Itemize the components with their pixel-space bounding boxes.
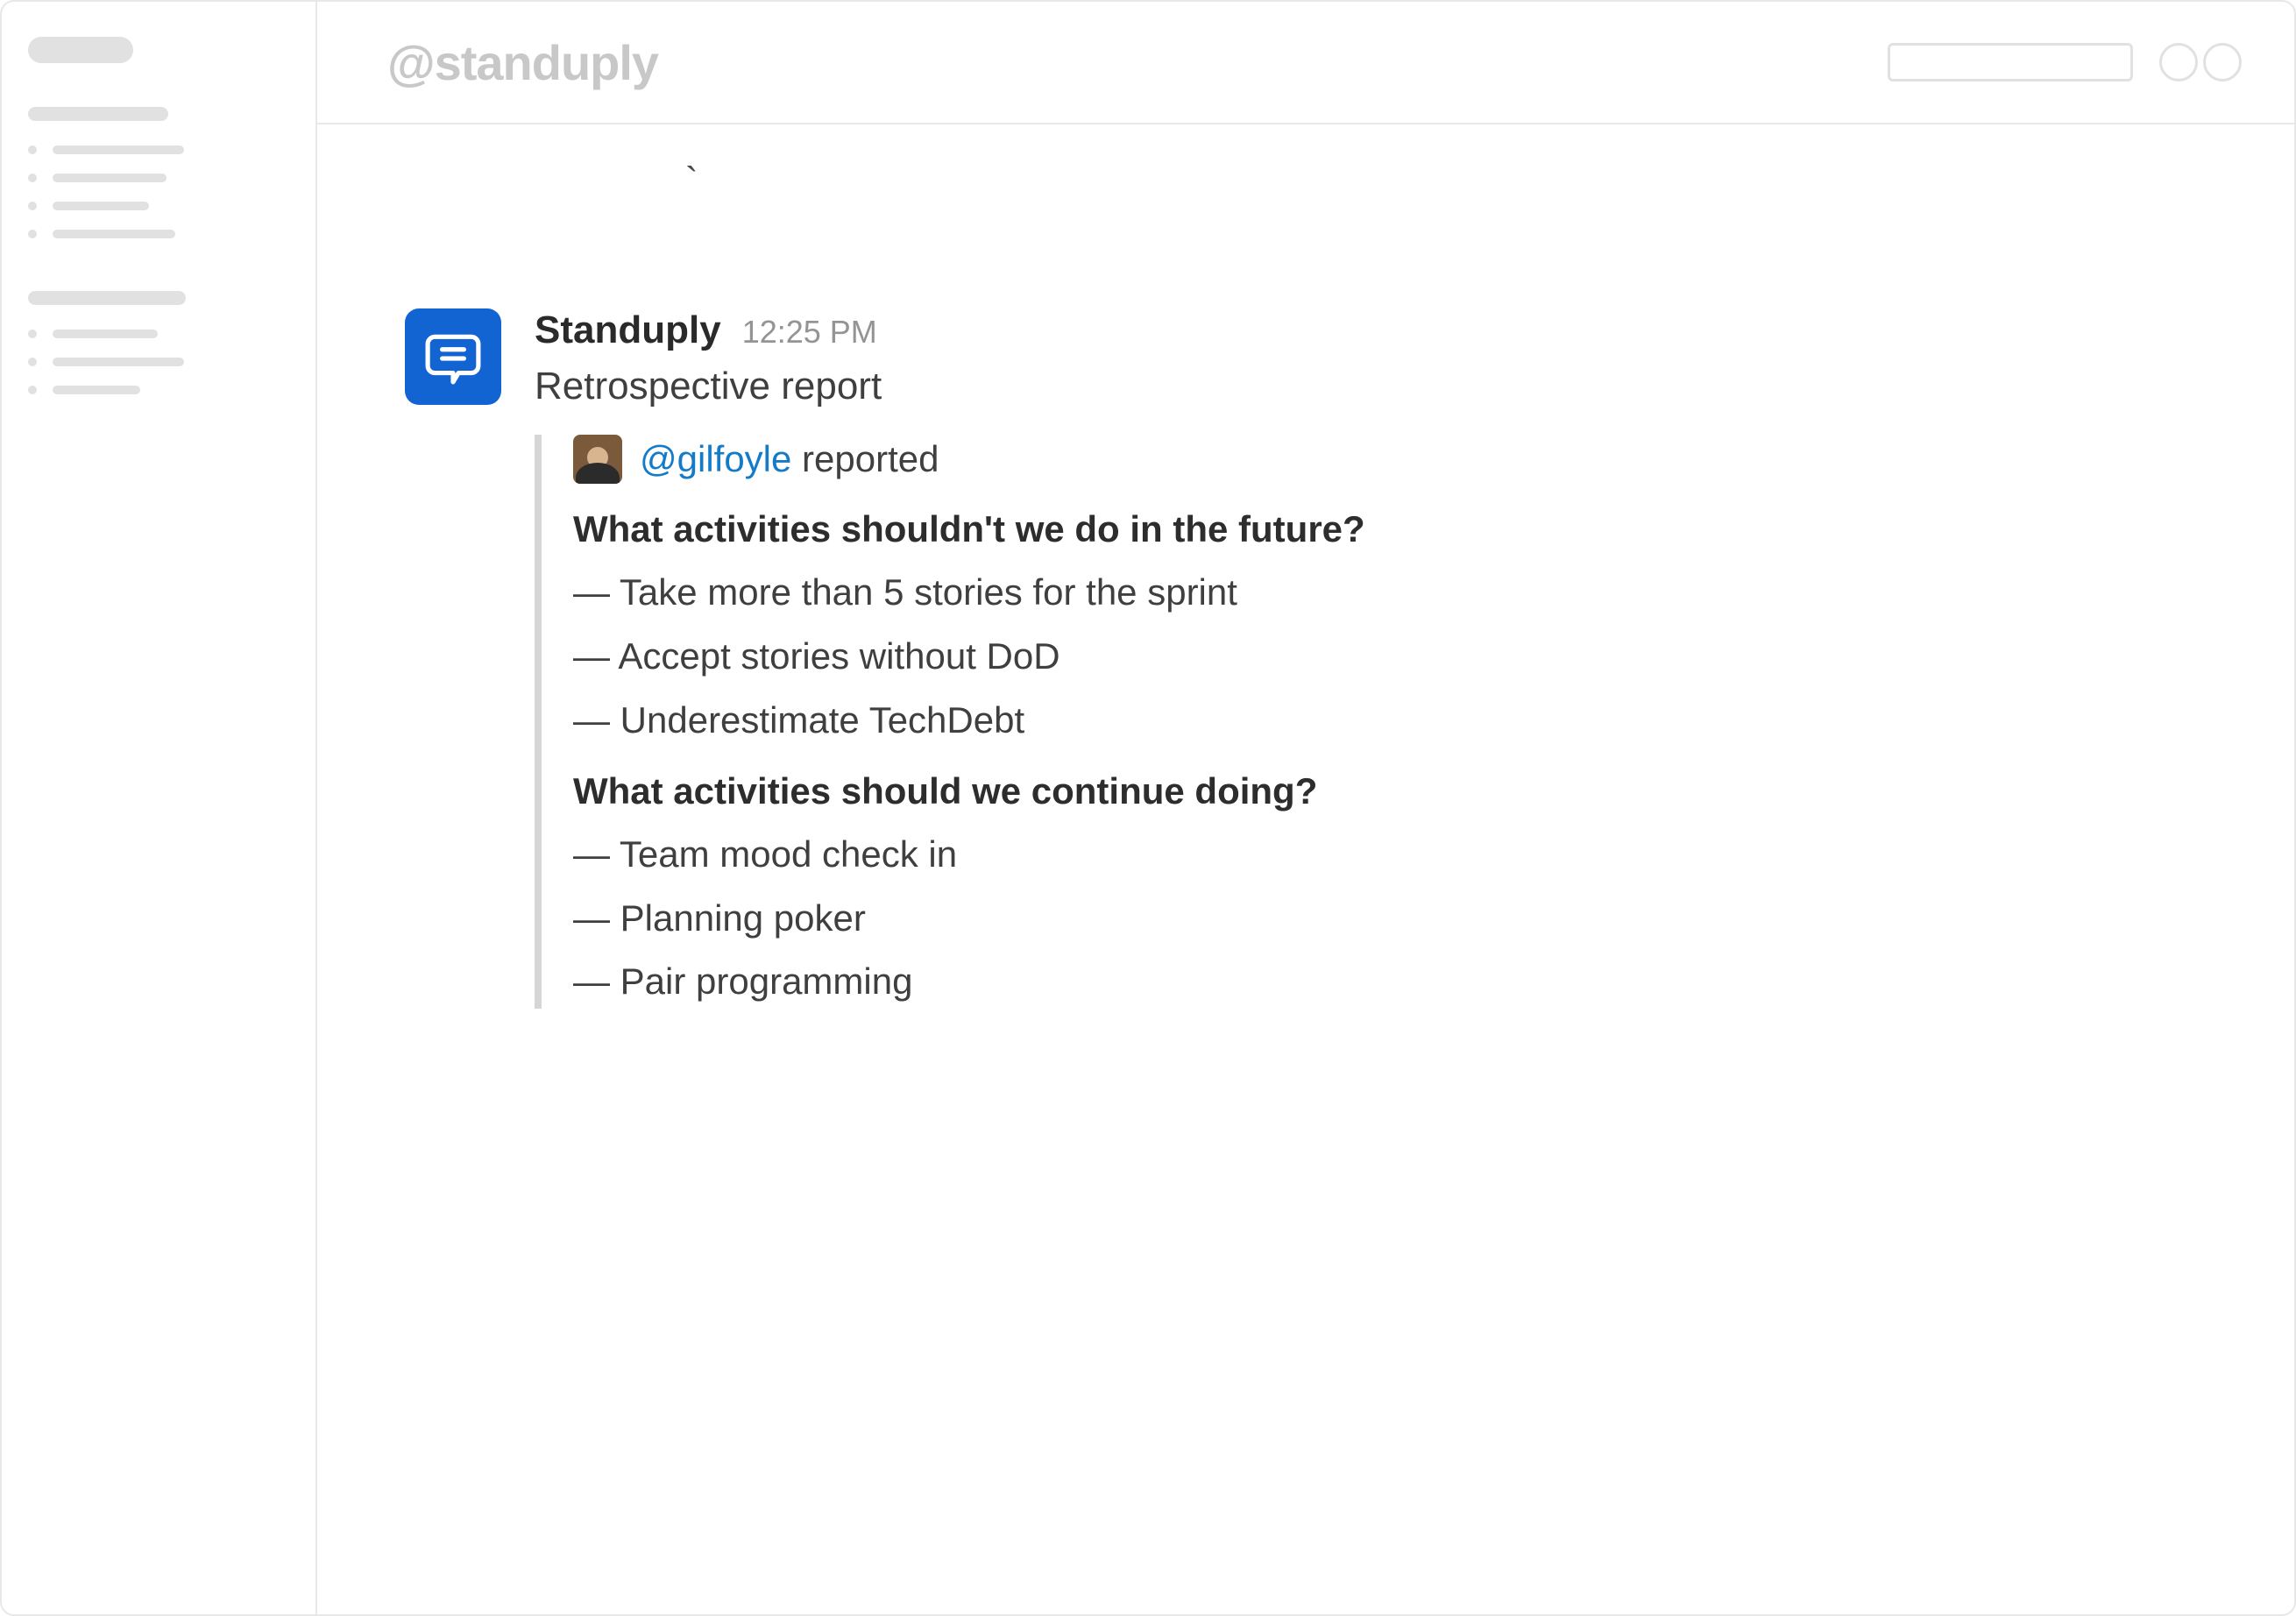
- sidebar-item-placeholder[interactable]: [28, 145, 289, 154]
- message: Standuply 12:25 PM Retrospective report …: [405, 308, 2207, 1019]
- channel-title[interactable]: @standuply: [387, 34, 658, 91]
- retro-answer: — Accept stories without DoD: [573, 630, 2207, 684]
- attachment: @gilfoyle reported What activities shoul…: [535, 435, 2207, 1009]
- message-author[interactable]: Standuply: [535, 308, 721, 352]
- sidebar: [2, 2, 317, 1614]
- chat-bubble-icon: [424, 328, 482, 386]
- reported-label: reported: [791, 438, 939, 479]
- retro-answer: — Underestimate TechDebt: [573, 694, 2207, 748]
- main-panel: @standuply ` Standuply: [317, 2, 2294, 1614]
- retro-question: What activities should we continue doing…: [573, 770, 2207, 812]
- message-header: Standuply 12:25 PM: [535, 308, 2207, 352]
- sidebar-item-placeholder[interactable]: [28, 202, 289, 210]
- retro-section: What activities shouldn't we do in the f…: [573, 508, 2207, 748]
- sidebar-item-placeholder[interactable]: [28, 358, 289, 366]
- message-body: Standuply 12:25 PM Retrospective report …: [535, 308, 2207, 1019]
- workspace-name-placeholder[interactable]: [28, 37, 133, 63]
- retro-answer: — Pair programming: [573, 955, 2207, 1009]
- topbar: @standuply: [317, 2, 2294, 124]
- sidebar-item-placeholder[interactable]: [28, 330, 289, 338]
- retro-question: What activities shouldn't we do in the f…: [573, 508, 2207, 550]
- retro-answer: — Team mood check in: [573, 828, 2207, 882]
- retro-answer: — Take more than 5 stories for the sprin…: [573, 566, 2207, 620]
- retro-section: What activities should we continue doing…: [573, 770, 2207, 1010]
- stray-character: `: [685, 159, 2207, 203]
- app-window: @standuply ` Standuply: [0, 0, 2296, 1616]
- message-list: ` Standuply 12:25 PM Retrospective repor…: [317, 124, 2294, 1614]
- sidebar-item-placeholder[interactable]: [28, 230, 289, 238]
- message-timestamp: 12:25 PM: [742, 314, 877, 351]
- bot-avatar[interactable]: [405, 308, 501, 405]
- topbar-action-icon[interactable]: [2203, 43, 2242, 82]
- sidebar-section-title-placeholder: [28, 291, 186, 305]
- user-avatar[interactable]: [573, 435, 622, 484]
- topbar-action-icon[interactable]: [2159, 43, 2198, 82]
- sidebar-section-title-placeholder: [28, 107, 168, 121]
- message-title: Retrospective report: [535, 365, 2207, 408]
- search-input[interactable]: [1888, 43, 2133, 82]
- user-mention[interactable]: @gilfoyle: [640, 438, 791, 479]
- sidebar-item-placeholder[interactable]: [28, 174, 289, 182]
- attachment-header: @gilfoyle reported: [573, 435, 2207, 484]
- sidebar-item-placeholder[interactable]: [28, 386, 289, 394]
- retro-answer: — Planning poker: [573, 892, 2207, 946]
